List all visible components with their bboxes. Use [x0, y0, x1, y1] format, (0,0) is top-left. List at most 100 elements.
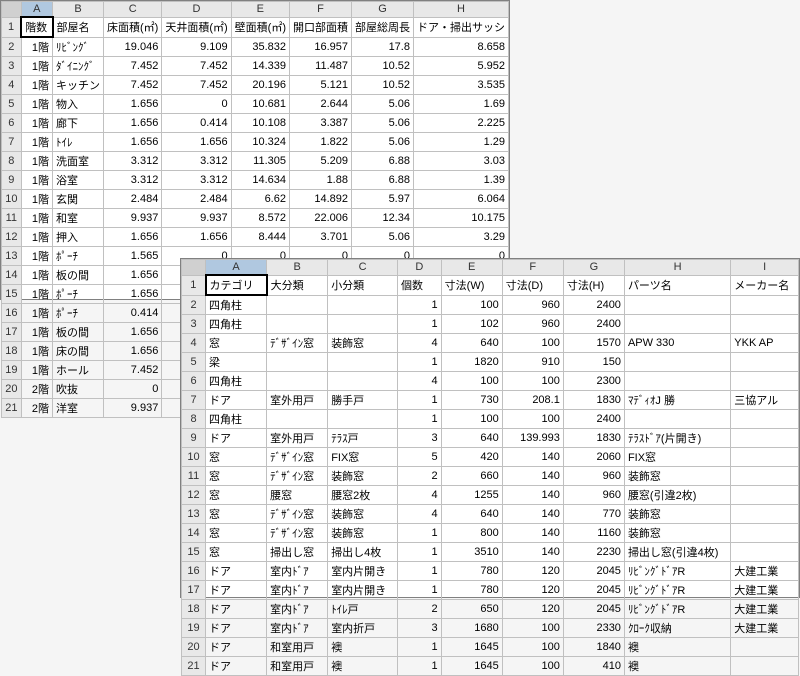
- row-header[interactable]: 12: [182, 486, 206, 505]
- cell[interactable]: 襖: [328, 657, 398, 676]
- cell[interactable]: ﾘﾋﾞﾝｸﾞﾄﾞｱR: [624, 581, 730, 600]
- cell[interactable]: 2330: [563, 619, 624, 638]
- cell[interactable]: キッチン: [53, 76, 104, 95]
- cell[interactable]: 部屋名: [53, 17, 104, 37]
- cell[interactable]: [731, 657, 799, 676]
- cell[interactable]: 1.656: [104, 285, 162, 304]
- cell[interactable]: 7.452: [104, 76, 162, 95]
- cell[interactable]: 窓: [206, 334, 267, 353]
- cell[interactable]: 大建工業: [731, 581, 799, 600]
- cell[interactable]: 窓: [206, 467, 267, 486]
- cell[interactable]: 10.324: [231, 133, 289, 152]
- cell[interactable]: 1階: [21, 304, 52, 323]
- cell[interactable]: 四角柱: [206, 295, 267, 315]
- cell[interactable]: 装飾窓: [624, 467, 730, 486]
- cell[interactable]: 大建工業: [731, 562, 799, 581]
- cell[interactable]: 3.387: [289, 114, 351, 133]
- col-header[interactable]: A: [21, 2, 52, 18]
- cell[interactable]: 6.064: [413, 190, 508, 209]
- col-header[interactable]: D: [398, 260, 442, 276]
- cell[interactable]: 640: [441, 429, 502, 448]
- cell[interactable]: 100: [502, 657, 563, 676]
- cell[interactable]: 寸法(H): [563, 275, 624, 295]
- cell[interactable]: 5.121: [289, 76, 351, 95]
- cell[interactable]: 2045: [563, 600, 624, 619]
- cell[interactable]: 寸法(W): [441, 275, 502, 295]
- cell[interactable]: 3: [398, 429, 442, 448]
- cell[interactable]: 1160: [563, 524, 624, 543]
- cell[interactable]: 勝手戸: [328, 391, 398, 410]
- row-header[interactable]: 16: [182, 562, 206, 581]
- corner-cell[interactable]: [2, 2, 22, 18]
- cell[interactable]: 3.312: [104, 152, 162, 171]
- col-header[interactable]: I: [731, 260, 799, 276]
- cell[interactable]: 開口部面積: [289, 17, 351, 37]
- cell[interactable]: 室内ﾄﾞｱ: [267, 562, 328, 581]
- cell[interactable]: 1階: [21, 171, 52, 190]
- cell[interactable]: 100: [502, 372, 563, 391]
- cell[interactable]: 個数: [398, 275, 442, 295]
- cell[interactable]: ｸﾛｰｸ収納: [624, 619, 730, 638]
- cell[interactable]: 1.656: [104, 342, 162, 361]
- cell[interactable]: ﾃﾞｻﾞｲﾝ窓: [267, 467, 328, 486]
- cell[interactable]: ﾘﾋﾞﾝｸﾞﾄﾞｱR: [624, 562, 730, 581]
- cell[interactable]: 2: [398, 467, 442, 486]
- cell[interactable]: 9.937: [104, 399, 162, 418]
- cell[interactable]: 5.06: [351, 133, 413, 152]
- cell[interactable]: 窓: [206, 486, 267, 505]
- row-header[interactable]: 9: [182, 429, 206, 448]
- cell[interactable]: 120: [502, 562, 563, 581]
- row-header[interactable]: 20: [2, 380, 22, 399]
- row-header[interactable]: 4: [2, 76, 22, 95]
- cell[interactable]: ﾃﾞｻﾞｲﾝ窓: [267, 524, 328, 543]
- cell[interactable]: 浴室: [53, 171, 104, 190]
- cell[interactable]: 208.1: [502, 391, 563, 410]
- cell[interactable]: 12.34: [351, 209, 413, 228]
- cell[interactable]: 2.484: [162, 190, 231, 209]
- cell[interactable]: 1階: [21, 152, 52, 171]
- row-header[interactable]: 19: [182, 619, 206, 638]
- cell[interactable]: ﾏﾃﾞｨｵJ 勝: [624, 391, 730, 410]
- row-header[interactable]: 1: [2, 17, 22, 37]
- cell[interactable]: 1.29: [413, 133, 508, 152]
- row-header[interactable]: 8: [182, 410, 206, 429]
- cell[interactable]: 1.822: [289, 133, 351, 152]
- cell[interactable]: 1840: [563, 638, 624, 657]
- cell[interactable]: 1.656: [104, 228, 162, 247]
- cell[interactable]: [731, 429, 799, 448]
- cell[interactable]: [731, 524, 799, 543]
- cell[interactable]: 1階: [21, 361, 52, 380]
- cell[interactable]: 1: [398, 581, 442, 600]
- cell[interactable]: 1階: [21, 133, 52, 152]
- cell[interactable]: 5.209: [289, 152, 351, 171]
- cell[interactable]: 室内片開き: [328, 562, 398, 581]
- cell[interactable]: 室内ﾄﾞｱ: [267, 581, 328, 600]
- cell[interactable]: 5.97: [351, 190, 413, 209]
- cell[interactable]: 吹抜: [53, 380, 104, 399]
- cell[interactable]: 3.29: [413, 228, 508, 247]
- col-header[interactable]: B: [53, 2, 104, 18]
- col-header[interactable]: B: [267, 260, 328, 276]
- cell[interactable]: 11.305: [231, 152, 289, 171]
- col-header[interactable]: H: [624, 260, 730, 276]
- cell[interactable]: 1.88: [289, 171, 351, 190]
- cell[interactable]: 1.656: [162, 228, 231, 247]
- row-header[interactable]: 4: [182, 334, 206, 353]
- cell[interactable]: [731, 638, 799, 657]
- cell[interactable]: 床面積(㎡): [104, 17, 162, 37]
- row-header[interactable]: 18: [2, 342, 22, 361]
- cell[interactable]: 1830: [563, 429, 624, 448]
- cell[interactable]: 2階: [21, 380, 52, 399]
- cell[interactable]: 襖: [328, 638, 398, 657]
- cell[interactable]: 6.88: [351, 152, 413, 171]
- cell[interactable]: 押入: [53, 228, 104, 247]
- col-header[interactable]: E: [231, 2, 289, 18]
- cell[interactable]: 2: [398, 600, 442, 619]
- cell[interactable]: 窓: [206, 448, 267, 467]
- cell[interactable]: ドア・掃出サッシ: [413, 17, 508, 37]
- cell[interactable]: 室内ﾄﾞｱ: [267, 600, 328, 619]
- row-header[interactable]: 16: [2, 304, 22, 323]
- cell[interactable]: ドア: [206, 638, 267, 657]
- cell[interactable]: [624, 372, 730, 391]
- cell[interactable]: 4: [398, 486, 442, 505]
